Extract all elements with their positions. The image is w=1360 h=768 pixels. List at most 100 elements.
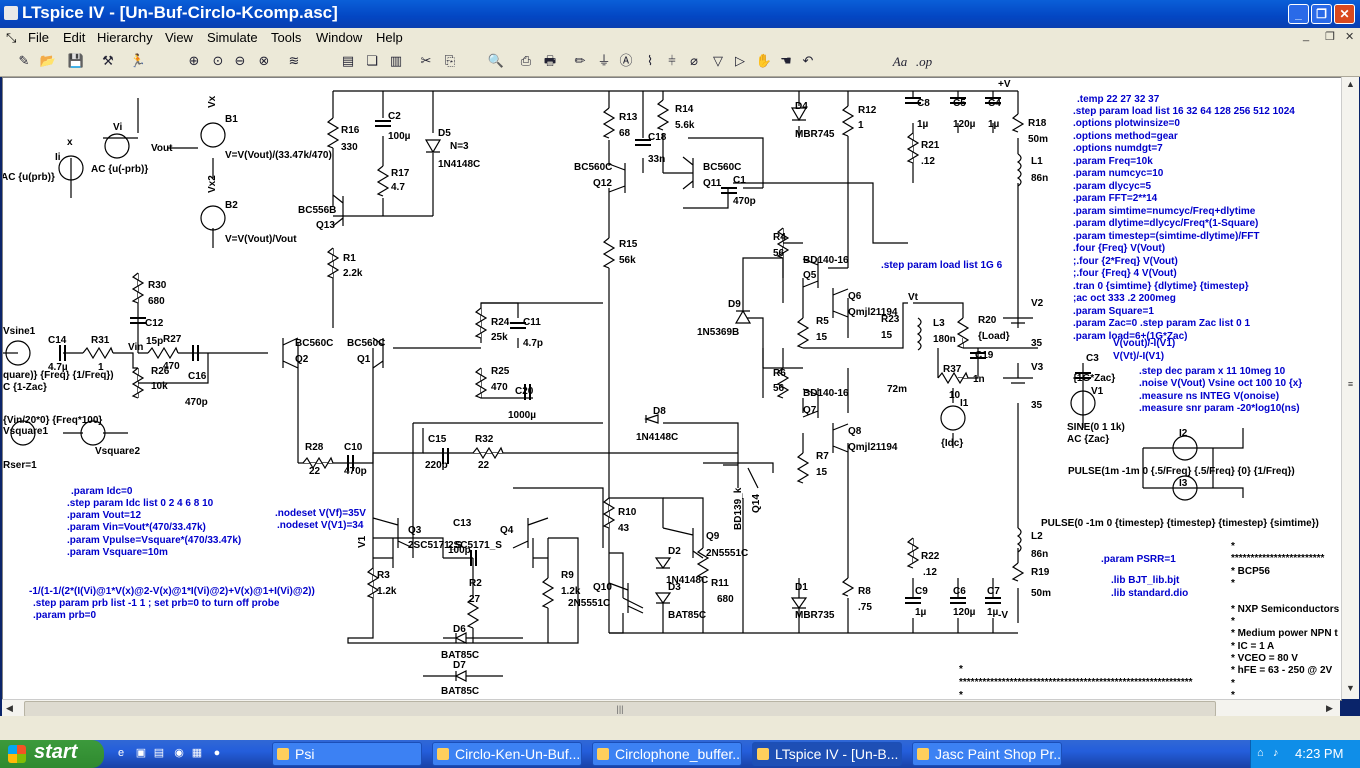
- ltspice-icon: [757, 748, 769, 760]
- quicklaunch-media-icon[interactable]: ◉: [172, 746, 186, 760]
- zoom-out-icon[interactable]: ⊖: [230, 52, 250, 72]
- menu-tools[interactable]: Tools: [271, 30, 301, 45]
- menu-help[interactable]: Help: [376, 30, 403, 45]
- svg-text:* IC = 1 A: * IC = 1 A: [1231, 641, 1274, 652]
- mdi-restore-button[interactable]: ❐: [1325, 30, 1335, 43]
- svg-text:BC560C: BC560C: [295, 338, 333, 349]
- svg-text:*: *: [959, 664, 963, 675]
- horizontal-scrollbar[interactable]: ◀ ||| ▶: [2, 699, 1340, 717]
- svg-text:V(Vt)/-I(V1): V(Vt)/-I(V1): [1113, 351, 1164, 362]
- svg-text:;.four {2*Freq} V(Vout): ;.four {2*Freq} V(Vout): [1073, 256, 1178, 267]
- mdi-close-button[interactable]: ✕: [1345, 30, 1354, 43]
- undo-icon[interactable]: ↶: [798, 52, 818, 72]
- draw-wire-icon[interactable]: ✏: [570, 52, 590, 72]
- tile-vertical-icon[interactable]: ▥: [386, 52, 406, 72]
- print-icon[interactable]: 🖶: [540, 52, 560, 72]
- pan-icon[interactable]: ⊙: [208, 52, 228, 72]
- svg-text:2SC5171_S: 2SC5171_S: [448, 540, 502, 551]
- copy-icon[interactable]: ⎘: [440, 52, 460, 72]
- spice-directive-icon[interactable]: .op: [914, 52, 934, 72]
- tray-icon-volume[interactable]: ♪: [1273, 747, 1279, 759]
- diode-icon[interactable]: ▽: [708, 52, 728, 72]
- resistor-icon[interactable]: ⌇: [640, 52, 660, 72]
- tray-icon-network[interactable]: ⌂: [1257, 747, 1264, 759]
- ground-icon[interactable]: ⏚: [594, 52, 614, 72]
- svg-text:BC560C: BC560C: [703, 162, 741, 173]
- schematic-canvas[interactable]: Vi AC {u(-prb)} Ii AC {u(prb)} x Vout B1…: [2, 77, 1342, 701]
- menu-edit[interactable]: Edit: [63, 30, 85, 45]
- capacitors: [59, 97, 1091, 604]
- schematic[interactable]: Vi AC {u(-prb)} Ii AC {u(prb)} x Vout B1…: [3, 78, 1341, 700]
- task-paint-shop-pro[interactable]: Jasc Paint Shop Pr...: [912, 742, 1062, 766]
- svg-text:C13: C13: [453, 518, 472, 529]
- svg-text:1µ: 1µ: [917, 119, 929, 130]
- svg-text:Vx: Vx: [207, 95, 218, 108]
- scroll-right-icon[interactable]: ▶: [1322, 701, 1337, 716]
- folder-icon: [597, 748, 609, 760]
- tile-horizontal-icon[interactable]: ▤: [338, 52, 358, 72]
- horizontal-scroll-thumb[interactable]: |||: [24, 701, 1216, 717]
- task-circlophone-buffer[interactable]: Circlophone_buffer...: [592, 742, 742, 766]
- cut-icon[interactable]: ✂: [416, 52, 436, 72]
- open-icon[interactable]: 📂: [38, 52, 58, 72]
- find-icon[interactable]: 🔍: [486, 52, 506, 72]
- task-circlo-ken[interactable]: Circlo-Ken-Un-Buf....: [432, 742, 582, 766]
- task-ltspice[interactable]: LTspice IV - [Un-B...: [752, 742, 902, 766]
- svg-text:I2: I2: [1179, 428, 1188, 439]
- menu-simulate[interactable]: Simulate: [207, 30, 258, 45]
- svg-text:I3: I3: [1179, 478, 1188, 489]
- save-icon[interactable]: 💾: [66, 52, 86, 72]
- menu-file[interactable]: File: [28, 30, 49, 45]
- svg-text:BD139_k: BD139_k: [733, 487, 744, 530]
- svg-text:10: 10: [949, 390, 961, 401]
- start-button[interactable]: start: [0, 740, 104, 768]
- zoom-in-icon[interactable]: ⊕: [184, 52, 204, 72]
- drag-icon[interactable]: ☚: [776, 52, 796, 72]
- svg-text:C12: C12: [145, 318, 164, 329]
- quicklaunch-explorer-icon[interactable]: ▤: [152, 746, 166, 760]
- run-icon[interactable]: 🏃: [128, 52, 148, 72]
- zoom-fit-icon[interactable]: ⊗: [254, 52, 274, 72]
- maximize-button[interactable]: ❐: [1311, 4, 1332, 24]
- control-panel-icon[interactable]: ⚒: [98, 52, 118, 72]
- svg-text:Q4: Q4: [500, 525, 514, 536]
- svg-text:AC {u(prb)}: AC {u(prb)}: [3, 172, 55, 183]
- autorange-icon[interactable]: ≋: [284, 52, 304, 72]
- svg-text:C19: C19: [975, 350, 994, 361]
- vertical-scrollbar[interactable]: ▲ ≡ ▼: [1341, 77, 1359, 699]
- minimize-button[interactable]: _: [1288, 4, 1309, 24]
- mdi-minimize-button[interactable]: _: [1303, 30, 1309, 42]
- cascade-icon[interactable]: ❏: [362, 52, 382, 72]
- component-icon[interactable]: ▷: [730, 52, 750, 72]
- menu-window[interactable]: Window: [316, 30, 362, 45]
- svg-text:+V: +V: [998, 79, 1011, 90]
- svg-text:Qmjl21194: Qmjl21194: [848, 442, 898, 453]
- svg-text:1N5369B: 1N5369B: [697, 327, 739, 338]
- close-button[interactable]: ✕: [1334, 4, 1355, 24]
- quicklaunch-desktop-icon[interactable]: ▣: [134, 746, 148, 760]
- menu-hierarchy[interactable]: Hierarchy: [97, 30, 153, 45]
- quicklaunch-ie-icon[interactable]: e: [114, 746, 128, 760]
- scroll-thumb-grip[interactable]: ≡: [1343, 377, 1358, 392]
- quicklaunch-firefox-icon[interactable]: ●: [210, 746, 224, 760]
- svg-text:N=3: N=3: [450, 141, 469, 152]
- scroll-down-icon[interactable]: ▼: [1343, 681, 1358, 696]
- svg-text:C18: C18: [648, 132, 667, 143]
- svg-text:R23: R23: [881, 314, 900, 325]
- scroll-up-icon[interactable]: ▲: [1343, 77, 1358, 92]
- svg-text:.nodeset V(V1)=34: .nodeset V(V1)=34: [277, 520, 364, 531]
- text-icon[interactable]: Aa: [890, 52, 910, 72]
- mdi-icon[interactable]: ⤡: [6, 30, 16, 46]
- task-icon: [277, 748, 289, 760]
- svg-text:Q11: Q11: [703, 178, 722, 189]
- inductor-icon[interactable]: ⌀: [684, 52, 704, 72]
- label-net-icon[interactable]: Ⓐ: [616, 52, 636, 72]
- task-psi[interactable]: Psi: [272, 742, 422, 766]
- quicklaunch-app-icon[interactable]: ▦: [190, 746, 204, 760]
- capacitor-icon[interactable]: ⫩: [662, 52, 682, 72]
- move-icon[interactable]: ✋: [754, 52, 774, 72]
- new-schematic-icon[interactable]: ✎: [14, 52, 34, 72]
- print-setup-icon[interactable]: ⎙: [516, 52, 536, 72]
- menu-view[interactable]: View: [165, 30, 193, 45]
- scroll-left-icon[interactable]: ◀: [2, 701, 17, 716]
